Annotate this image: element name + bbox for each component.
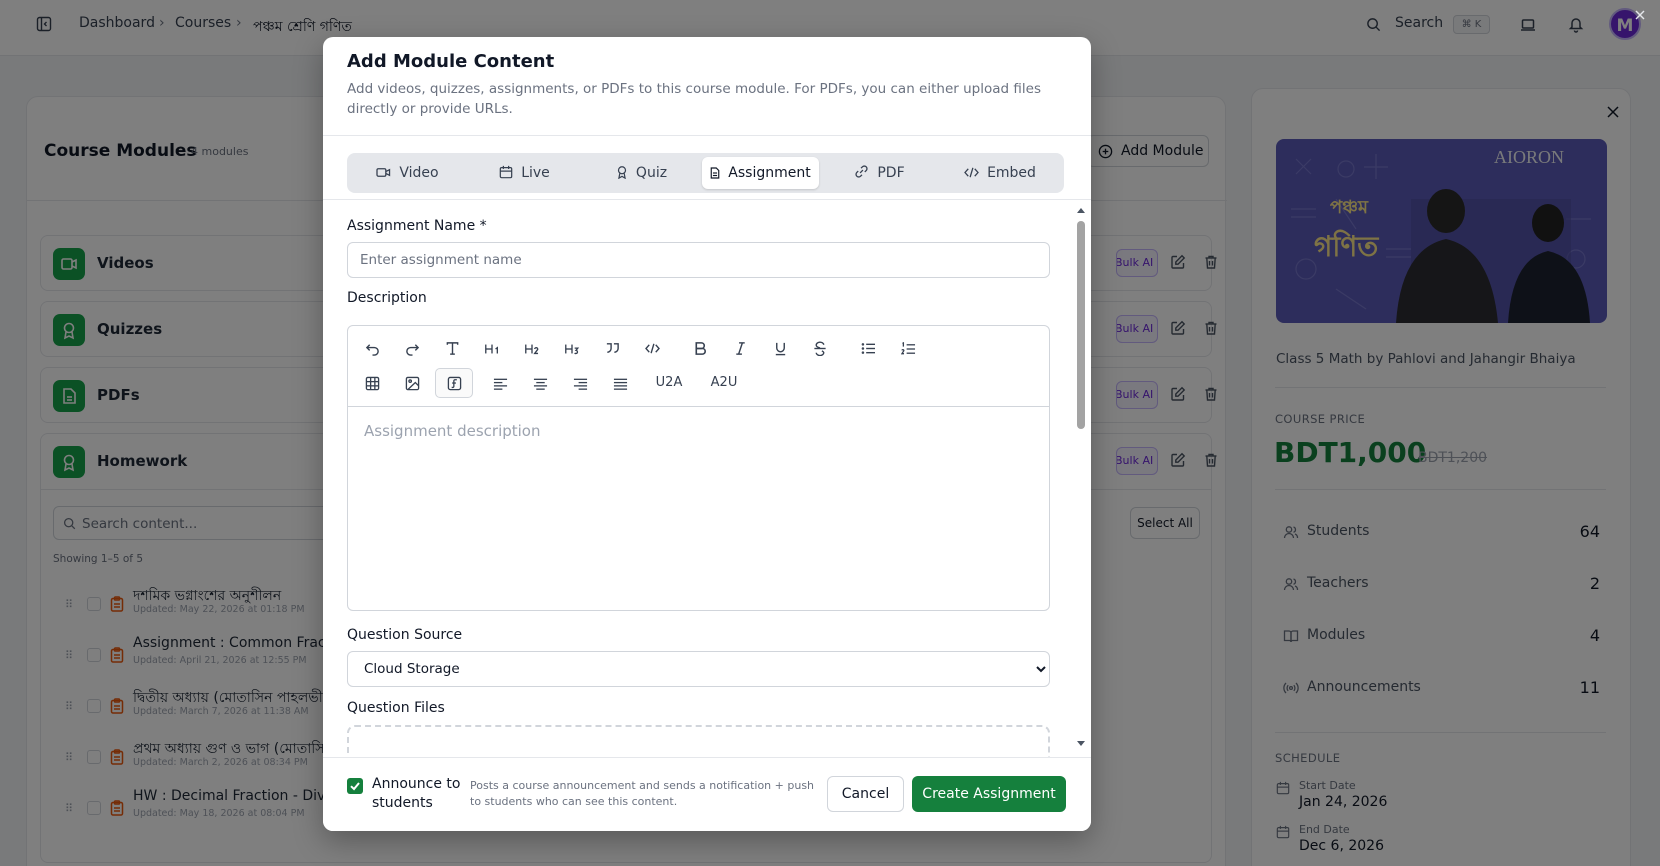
- code-icon: [964, 167, 979, 178]
- announce-checkbox[interactable]: [347, 778, 363, 794]
- tab-label: Live: [521, 165, 550, 181]
- align-center-icon[interactable]: [522, 369, 558, 397]
- tab-label: PDF: [877, 165, 905, 181]
- scroll-up-icon[interactable]: [1077, 207, 1085, 213]
- scroll-thumb[interactable]: [1077, 221, 1085, 429]
- undo-icon[interactable]: [354, 334, 390, 362]
- table-icon[interactable]: [354, 369, 390, 397]
- formula-icon[interactable]: [435, 368, 473, 398]
- ordered-list-icon[interactable]: [890, 334, 926, 362]
- image-icon[interactable]: [394, 369, 430, 397]
- heading-1-icon[interactable]: [474, 334, 510, 362]
- assignment-name-input[interactable]: [347, 242, 1050, 278]
- heading-2-icon[interactable]: [514, 334, 550, 362]
- dialog-title: Add Module Content: [347, 51, 555, 72]
- tab-label: Video: [399, 165, 439, 181]
- video-icon: [376, 168, 391, 177]
- calendar-icon: [499, 165, 513, 179]
- content-type-tabs: Video Live Quiz Assignment PDF Embed: [347, 153, 1064, 193]
- close-icon[interactable]: [1635, 10, 1645, 20]
- tab-pdf[interactable]: PDF: [823, 157, 936, 189]
- underline-icon[interactable]: [762, 334, 798, 362]
- quote-icon[interactable]: [594, 334, 630, 362]
- tab-label: Assignment: [728, 165, 811, 181]
- tab-label: Quiz: [635, 165, 668, 181]
- dialog-description: Add videos, quizzes, assignments, or PDF…: [347, 81, 1041, 117]
- redo-icon[interactable]: [394, 334, 430, 362]
- text-type-icon[interactable]: [434, 334, 470, 362]
- announce-label[interactable]: Announce to students: [372, 775, 462, 813]
- code-icon[interactable]: [634, 334, 670, 362]
- editor-toolbar: U2A A2U: [348, 326, 1049, 407]
- editor-placeholder[interactable]: Assignment description: [364, 422, 540, 440]
- check-icon: [350, 782, 360, 791]
- create-assignment-button[interactable]: Create Assignment: [912, 776, 1066, 812]
- rich-text-editor: U2A A2U Assignment description: [347, 325, 1050, 611]
- dialog-footer: Announce to students Posts a course anno…: [323, 757, 1091, 831]
- add-module-content-dialog: Add Module Content Add videos, quizzes, …: [323, 37, 1091, 831]
- tab-quiz[interactable]: Quiz: [585, 157, 698, 189]
- cancel-button[interactable]: Cancel: [827, 776, 904, 812]
- link-icon: [855, 165, 868, 178]
- italic-icon[interactable]: [722, 334, 758, 362]
- scrollbar[interactable]: [1076, 207, 1086, 757]
- announce-help-text: Posts a course announcement and sends a …: [470, 779, 815, 808]
- bold-icon[interactable]: [682, 334, 718, 362]
- tab-label: Embed: [987, 165, 1036, 181]
- question-source-select[interactable]: Cloud Storage: [347, 651, 1050, 687]
- bullet-list-icon[interactable]: [850, 334, 886, 362]
- file-icon: [710, 167, 720, 179]
- align-left-icon[interactable]: [482, 369, 518, 397]
- assignment-name-label: Assignment Name *: [347, 218, 487, 234]
- question-files-label: Question Files: [347, 700, 445, 716]
- description-label: Description: [347, 290, 427, 306]
- question-source-label: Question Source: [347, 627, 463, 643]
- tab-video[interactable]: Video: [351, 157, 464, 189]
- u2a-button[interactable]: U2A: [644, 369, 694, 397]
- tab-assignment[interactable]: Assignment: [702, 157, 819, 189]
- scroll-down-icon[interactable]: [1077, 741, 1085, 747]
- a2u-button[interactable]: A2U: [699, 369, 749, 397]
- align-justify-icon[interactable]: [602, 369, 638, 397]
- heading-3-icon[interactable]: [554, 334, 590, 362]
- divider: [323, 199, 1091, 200]
- tab-embed[interactable]: Embed: [940, 157, 1060, 189]
- tab-live[interactable]: Live: [468, 157, 581, 189]
- divider: [323, 135, 1091, 136]
- align-right-icon[interactable]: [562, 369, 598, 397]
- award-icon: [617, 166, 627, 179]
- strikethrough-icon[interactable]: [802, 334, 838, 362]
